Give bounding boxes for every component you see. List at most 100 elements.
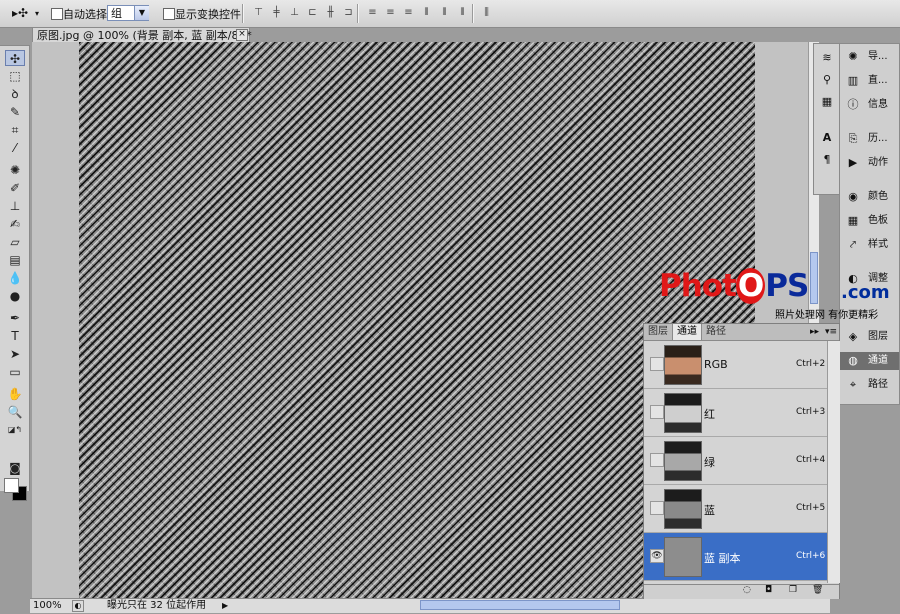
history-brush-tool-icon[interactable]: ✍ <box>5 216 25 232</box>
swap-colors-icon[interactable]: ◪↰ <box>5 422 25 438</box>
dock-item-info[interactable]: ⓘ 信息 <box>840 96 899 114</box>
type-tool-icon[interactable]: T <box>5 328 25 344</box>
lasso-tool-icon[interactable]: ꝺ <box>5 86 25 102</box>
channel-shortcut: Ctrl+2 <box>796 359 826 369</box>
info-icon: ⓘ <box>847 98 859 111</box>
crop-tool-icon[interactable]: ⌗ <box>5 122 25 138</box>
align-vcenter-icon[interactable]: ╪ <box>270 7 283 19</box>
status-menu-icon[interactable]: ◐ <box>72 600 84 612</box>
align-hcenter-icon[interactable]: ╫ <box>324 7 337 19</box>
align-bottom-icon[interactable]: ⊥ <box>288 7 301 19</box>
dock-item-layers[interactable]: ◈ 图层 <box>840 328 899 346</box>
brushes-icon[interactable]: ≋ <box>819 50 835 66</box>
distribute-right-icon[interactable]: ⫴ <box>456 7 469 19</box>
auto-select-checkbox[interactable] <box>51 8 63 20</box>
save-selection-icon[interactable]: ◘ <box>765 585 772 595</box>
align-left-icon[interactable]: ⊏ <box>306 7 319 19</box>
dock-item-styles[interactable]: ⤤ 样式 <box>840 236 899 254</box>
watermark-tagline: 照片处理网 有你更精彩 <box>775 310 879 321</box>
eye-icon[interactable]: 👁 <box>650 549 664 563</box>
channel-name: 绿 <box>704 456 715 469</box>
dock-item-label: 图层 <box>868 331 888 342</box>
visibility-toggle[interactable] <box>650 405 664 419</box>
channel-row-blue[interactable]: 蓝 Ctrl+5 <box>644 485 827 533</box>
foreground-color-swatch[interactable] <box>4 478 19 493</box>
zoom-tool-icon[interactable]: 🔍 <box>5 404 25 420</box>
quick-select-tool-icon[interactable]: ✎ <box>5 104 25 120</box>
dock-item-label: 动作 <box>868 157 888 168</box>
distribute-bottom-icon[interactable]: ≡ <box>402 7 415 19</box>
actions-icon: ▶ <box>848 156 858 169</box>
load-selection-icon[interactable]: ◌ <box>743 585 751 595</box>
panel-menu-icon[interactable]: ▾≡ <box>825 324 837 340</box>
tool-preset-chevron-icon[interactable]: ▾ <box>35 6 39 21</box>
paragraph-icon[interactable]: ¶ <box>819 152 835 168</box>
zoom-level[interactable]: 100% <box>33 599 62 613</box>
dock-item-actions[interactable]: ▶ 动作 <box>840 154 899 172</box>
visibility-toggle[interactable] <box>650 357 664 371</box>
document-tab[interactable]: 原图.jpg @ 100% (背景 副本, 蓝 副本/8) * <box>32 27 252 42</box>
quick-mask-icon[interactable]: ◙ <box>5 460 25 476</box>
hand-tool-icon[interactable]: ✋ <box>5 386 25 402</box>
tab-layers[interactable]: 图层 <box>644 324 672 340</box>
distribute-top-icon[interactable]: ≡ <box>366 7 379 19</box>
channels-icon: ◍ <box>848 354 858 367</box>
blur-tool-icon[interactable]: 💧 <box>5 270 25 286</box>
gradient-tool-icon[interactable]: ▤ <box>5 252 25 268</box>
dock-item-color[interactable]: ◉ 颜色 <box>840 188 899 206</box>
distribute-hcenter-icon[interactable]: ⫴ <box>438 7 451 19</box>
document-title: 原图.jpg @ 100% (背景 副本, 蓝 副本/8) * <box>37 29 252 42</box>
align-right-icon[interactable]: ⊐ <box>342 7 355 19</box>
healing-brush-tool-icon[interactable]: ✺ <box>5 162 25 178</box>
dock-item-navigator[interactable]: ✺ 导... <box>840 48 899 66</box>
move-tool-icon[interactable]: ✣ <box>5 50 25 66</box>
tab-paths[interactable]: 路径 <box>702 324 730 340</box>
channel-name: 蓝 <box>704 504 715 517</box>
separator <box>357 4 359 23</box>
channel-shortcut: Ctrl+4 <box>796 455 826 465</box>
close-icon[interactable]: × <box>236 29 248 41</box>
tool-presets-icon[interactable]: ▦ <box>819 94 835 110</box>
channel-name: 红 <box>704 408 715 421</box>
distribute-vcenter-icon[interactable]: ≡ <box>384 7 397 19</box>
channel-row-red[interactable]: 红 Ctrl+3 <box>644 389 827 437</box>
dock-item-label: 通道 <box>868 355 888 366</box>
visibility-toggle[interactable] <box>650 501 664 515</box>
character-icon[interactable]: A <box>819 130 835 146</box>
brush-tool-icon[interactable]: ✐ <box>5 180 25 196</box>
pen-tool-icon[interactable]: ✒ <box>5 310 25 326</box>
channel-row-green[interactable]: 绿 Ctrl+4 <box>644 437 827 485</box>
channel-row-rgb[interactable]: RGB Ctrl+2 <box>644 341 827 389</box>
clone-source-icon[interactable]: ⚲ <box>819 72 835 88</box>
status-arrow-icon[interactable]: ▶ <box>222 599 228 613</box>
new-channel-icon[interactable]: ❐ <box>789 585 797 595</box>
channel-thumbnail <box>664 489 702 529</box>
dropdown-arrow-icon[interactable]: ▼ <box>134 6 149 20</box>
collapse-icon[interactable]: ▸▸ <box>810 324 819 340</box>
show-transform-checkbox[interactable] <box>163 8 175 20</box>
dock-item-channels[interactable]: ◍ 通道 <box>840 352 899 370</box>
path-select-tool-icon[interactable]: ➤ <box>5 346 25 362</box>
trash-icon[interactable]: 🗑 <box>812 585 823 595</box>
dock-item-label: 色板 <box>868 215 888 226</box>
channels-scrollbar[interactable] <box>827 341 840 583</box>
shape-tool-icon[interactable]: ▭ <box>5 364 25 380</box>
layers-icon: ◈ <box>848 330 858 343</box>
distribute-left-icon[interactable]: ⫴ <box>420 7 433 19</box>
dock-item-swatches[interactable]: ▦ 色板 <box>840 212 899 230</box>
tab-channels[interactable]: 通道 <box>672 324 702 340</box>
channel-row-blue-copy[interactable]: 👁 蓝 副本 Ctrl+6 <box>644 533 827 581</box>
eraser-tool-icon[interactable]: ▱ <box>5 234 25 250</box>
separator <box>472 4 474 23</box>
dock-item-paths[interactable]: ⌖ 路径 <box>840 376 899 394</box>
marquee-tool-icon[interactable]: ⬚ <box>5 68 25 84</box>
eyedropper-tool-icon[interactable]: ⁄ <box>5 140 25 156</box>
clone-stamp-tool-icon[interactable]: ⊥ <box>5 198 25 214</box>
horizontal-scroll-thumb[interactable] <box>420 600 620 610</box>
align-top-icon[interactable]: ⊤ <box>252 7 265 19</box>
dock-item-histogram[interactable]: ▥ 直... <box>840 72 899 90</box>
dodge-tool-icon[interactable]: ● <box>5 288 25 304</box>
auto-align-icon[interactable]: ⫼ <box>480 7 493 19</box>
dock-item-history[interactable]: ⎘ 历... <box>840 130 899 148</box>
visibility-toggle[interactable] <box>650 453 664 467</box>
